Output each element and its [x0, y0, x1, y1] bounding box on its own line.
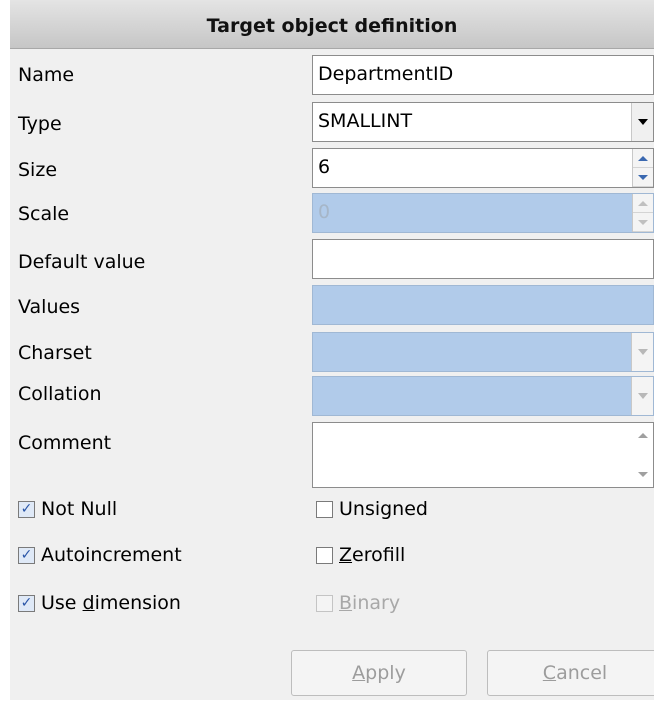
- arrow-up-icon[interactable]: [638, 433, 648, 438]
- default-value-input[interactable]: [312, 239, 654, 279]
- zerofill-checkbox[interactable]: Zerofill: [316, 544, 405, 566]
- type-select[interactable]: SMALLINT: [312, 102, 654, 142]
- size-label: Size: [18, 159, 58, 181]
- use-dimension-check-icon[interactable]: ✓: [18, 594, 35, 612]
- name-label: Name: [18, 64, 75, 86]
- scale-value: 0: [318, 201, 331, 223]
- values-label: Values: [18, 296, 81, 318]
- chevron-down-icon: [637, 349, 648, 355]
- binary-checkbox[interactable]: Binary: [316, 592, 400, 614]
- type-value: SMALLINT: [318, 110, 413, 132]
- charset-label: Charset: [18, 342, 92, 364]
- arrow-down-icon: [638, 174, 648, 180]
- comment-textarea[interactable]: [312, 422, 654, 488]
- default-value-label: Default value: [18, 251, 146, 273]
- not-null-check-icon[interactable]: ✓: [18, 500, 35, 518]
- size-spin-up[interactable]: [633, 149, 653, 168]
- comment-scrollbar[interactable]: [633, 423, 653, 487]
- chevron-down-icon: [637, 393, 648, 399]
- use-dimension-checkbox[interactable]: ✓ Use dimension: [18, 592, 181, 614]
- binary-label: Binary: [339, 592, 401, 614]
- unsigned-label: Unsigned: [339, 498, 428, 520]
- type-dropdown-button[interactable]: [631, 103, 653, 141]
- collation-label: Collation: [18, 383, 102, 405]
- zerofill-label: Zerofill: [339, 544, 406, 566]
- collation-dropdown-button[interactable]: [631, 377, 653, 415]
- zerofill-box[interactable]: [316, 546, 333, 564]
- arrow-down-icon[interactable]: [638, 472, 648, 477]
- size-spin-buttons[interactable]: [632, 149, 653, 187]
- scale-spin-down[interactable]: [633, 213, 653, 232]
- charset-select[interactable]: [312, 332, 654, 372]
- comment-label: Comment: [18, 432, 112, 454]
- scale-spinner[interactable]: 0: [312, 193, 654, 233]
- scale-spin-up[interactable]: [633, 194, 653, 213]
- name-input[interactable]: DepartmentID: [312, 55, 654, 95]
- chevron-down-icon: [637, 119, 648, 125]
- scale-label: Scale: [18, 203, 70, 225]
- size-spinner[interactable]: 6: [312, 148, 654, 188]
- size-value: 6: [318, 156, 331, 178]
- target-object-panel: Target object definition Name Department…: [10, 0, 654, 700]
- not-null-checkbox[interactable]: ✓ Not Null: [18, 498, 117, 520]
- apply-button[interactable]: Apply: [291, 650, 467, 696]
- unsigned-checkbox[interactable]: Unsigned: [316, 498, 428, 520]
- autoincrement-check-icon[interactable]: ✓: [18, 546, 35, 564]
- size-spin-down[interactable]: [633, 168, 653, 187]
- binary-box[interactable]: [316, 594, 333, 612]
- autoincrement-label: Autoincrement: [41, 544, 182, 566]
- arrow-down-icon: [638, 219, 648, 225]
- panel-header: Target object definition: [10, 0, 654, 49]
- collation-select[interactable]: [312, 376, 654, 416]
- arrow-up-icon: [638, 200, 648, 206]
- charset-dropdown-button[interactable]: [631, 333, 653, 371]
- unsigned-box[interactable]: [316, 500, 333, 518]
- cancel-button[interactable]: Cancel: [487, 650, 654, 696]
- autoincrement-checkbox[interactable]: ✓ Autoincrement: [18, 544, 182, 566]
- use-dimension-label: Use dimension: [41, 592, 181, 614]
- values-input[interactable]: [312, 285, 654, 325]
- arrow-up-icon: [638, 155, 648, 161]
- scale-spin-buttons[interactable]: [632, 194, 653, 232]
- type-label: Type: [18, 113, 62, 135]
- not-null-label: Not Null: [41, 498, 118, 520]
